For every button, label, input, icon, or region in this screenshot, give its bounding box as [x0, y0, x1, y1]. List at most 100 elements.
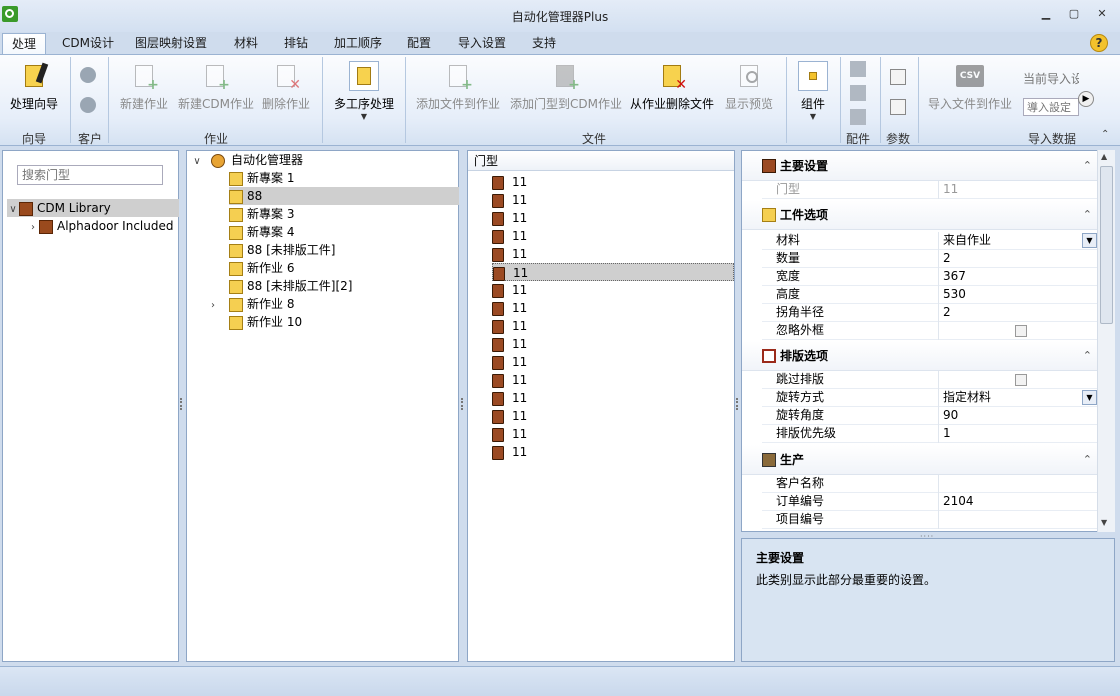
remove-file-from-job-button[interactable]: ✕ 从作业删除文件 — [628, 61, 716, 112]
next-arrow-icon[interactable]: ▶ — [1078, 91, 1094, 107]
job-item[interactable]: 新作业 10 — [229, 313, 302, 331]
prop-value[interactable]: 1 — [938, 425, 1098, 443]
scroll-down-arrow-icon[interactable]: ▼ — [1101, 518, 1107, 527]
dropdown-arrow-icon[interactable]: ▼ — [1082, 233, 1097, 248]
tab-support[interactable]: 支持 — [527, 33, 561, 54]
prop-row[interactable]: 旋转角度 90 — [762, 407, 1098, 425]
section-production[interactable]: 生产 ⌃ — [742, 445, 1098, 475]
job-item[interactable]: 新專案 4 — [229, 223, 294, 241]
new-cdm-job-button[interactable]: + 新建CDM作业 — [178, 61, 254, 112]
job-item[interactable]: 88 [未排版工件][2] — [229, 277, 352, 295]
collapse-chevron-icon[interactable]: ⌃ — [1083, 445, 1092, 475]
delete-job-button[interactable]: ✕ 删除作业 — [260, 61, 312, 112]
door-list-header[interactable]: 门型 — [468, 151, 734, 171]
prop-value[interactable] — [938, 475, 1098, 493]
minimize-button[interactable]: ▁ — [1036, 6, 1056, 22]
collapse-chevron-icon[interactable]: ⌃ — [1083, 341, 1092, 371]
add-door-to-cdm-button[interactable]: + 添加门型到CDM作业 — [510, 61, 622, 112]
door-list-item[interactable]: 11 — [492, 191, 527, 209]
prop-row[interactable]: 忽略外框 — [762, 322, 1098, 340]
tab-config[interactable]: 配置 — [402, 33, 436, 54]
tab-layer-mapping[interactable]: 图层映射设置 — [130, 33, 212, 54]
part-delete-icon[interactable] — [850, 109, 866, 125]
door-list-item[interactable]: 11 — [492, 173, 527, 191]
prop-row-rotation[interactable]: 旋转方式 指定材料 ▼ — [762, 389, 1098, 407]
door-list-item[interactable]: 11 — [492, 209, 527, 227]
section-nesting-options[interactable]: 排版选项 ⌃ — [742, 341, 1098, 371]
collapse-arrow-icon[interactable]: ∨ — [7, 201, 19, 219]
prop-row[interactable]: 客户名称 — [762, 475, 1098, 493]
prop-row[interactable]: 跳过排版 — [762, 371, 1098, 389]
add-customer-icon[interactable] — [80, 67, 96, 83]
import-file-to-job-button[interactable]: CSV 导入文件到作业 — [928, 61, 1012, 112]
door-list-item[interactable]: 11 — [492, 443, 527, 461]
prop-value[interactable]: 2 — [938, 304, 1098, 322]
multi-process-button[interactable]: 多工序处理 ▼ — [332, 61, 396, 121]
tab-cdm-design[interactable]: CDM设计 — [57, 33, 119, 54]
job-item[interactable]: 新專案 3 — [229, 205, 294, 223]
tab-drilling[interactable]: 排钻 — [279, 33, 313, 54]
section-workpiece-options[interactable]: 工件选项 ⌃ — [742, 200, 1098, 230]
prop-row[interactable]: 门型 11 — [762, 181, 1098, 199]
skip-nesting-checkbox[interactable] — [1015, 374, 1027, 386]
component-button[interactable]: 组件 ▼ — [796, 61, 830, 121]
new-job-button[interactable]: + 新建作业 — [118, 61, 170, 112]
part-edit-icon[interactable] — [850, 85, 866, 101]
door-list-item[interactable]: 11 — [492, 317, 527, 335]
tab-process[interactable]: 处理 — [2, 33, 46, 54]
splitter-handle[interactable] — [461, 398, 465, 410]
search-door-input[interactable] — [17, 165, 163, 185]
door-list-item[interactable]: 11 — [492, 227, 527, 245]
door-list-item[interactable]: 11 — [492, 335, 527, 353]
job-item[interactable]: 88 [未排版工件] — [229, 241, 335, 259]
remove-customer-icon[interactable] — [80, 97, 96, 113]
door-list-item[interactable]: 11 — [492, 371, 527, 389]
show-preview-button[interactable]: 显示预览 — [722, 61, 776, 112]
ignore-frame-checkbox[interactable] — [1015, 325, 1027, 337]
splitter-handle[interactable] — [180, 398, 184, 410]
collapse-chevron-icon[interactable]: ⌃ — [1083, 151, 1092, 181]
splitter-handle[interactable] — [736, 398, 740, 410]
job-item[interactable]: › 新作业 8 — [211, 295, 294, 313]
scrollbar-thumb[interactable] — [1100, 166, 1113, 324]
collapse-chevron-icon[interactable]: ⌃ — [1083, 200, 1092, 230]
prop-value[interactable]: 2 — [938, 250, 1098, 268]
tree-item-cdm-library[interactable]: ∨ CDM Library — [7, 199, 179, 217]
param-settings-icon[interactable] — [890, 99, 906, 115]
prop-row[interactable]: 宽度 367 — [762, 268, 1098, 286]
expand-arrow-icon[interactable]: › — [27, 219, 39, 237]
help-icon[interactable]: ? — [1090, 34, 1108, 52]
import-settings-input[interactable] — [1023, 98, 1079, 116]
door-list-item[interactable]: 11 — [492, 245, 527, 263]
tab-import-settings[interactable]: 导入设置 — [453, 33, 511, 54]
tree-item-alphadoor[interactable]: › Alphadoor Included — [27, 217, 173, 235]
param-table-icon[interactable] — [890, 69, 906, 85]
tab-machining-order[interactable]: 加工顺序 — [329, 33, 387, 54]
door-list-item[interactable]: 11 — [492, 389, 527, 407]
job-item[interactable]: 新作业 6 — [229, 259, 294, 277]
door-list-item[interactable]: 11 — [492, 425, 527, 443]
prop-value[interactable]: 2104 — [938, 493, 1098, 511]
tab-material[interactable]: 材料 — [229, 33, 263, 54]
close-button[interactable]: ✕ — [1092, 6, 1112, 22]
dropdown-arrow-icon[interactable]: ▼ — [1082, 390, 1097, 405]
collapse-arrow-icon[interactable]: ∨ — [191, 153, 203, 171]
section-main-settings[interactable]: 主要设置 ⌃ — [742, 151, 1098, 181]
door-list-item[interactable]: 11 — [492, 281, 527, 299]
process-wizard-button[interactable]: 处理向导 — [8, 61, 60, 112]
prop-value[interactable] — [938, 511, 1098, 529]
scroll-up-arrow-icon[interactable]: ▲ — [1101, 152, 1107, 161]
prop-row[interactable]: 排版优先级 1 — [762, 425, 1098, 443]
prop-value[interactable]: 530 — [938, 286, 1098, 304]
prop-value[interactable]: 90 — [938, 407, 1098, 425]
collapse-ribbon-icon[interactable]: ⌃ — [1101, 129, 1109, 140]
prop-row[interactable]: 拐角半径 2 — [762, 304, 1098, 322]
prop-row-material[interactable]: 材料 来自作业 ▼ — [762, 232, 1098, 250]
prop-value[interactable]: 367 — [938, 268, 1098, 286]
property-scrollbar[interactable]: ▲ ▼ — [1097, 150, 1115, 532]
door-list-item-selected[interactable]: 11 — [492, 263, 734, 281]
prop-row[interactable]: 数量 2 — [762, 250, 1098, 268]
door-list-item[interactable]: 11 — [492, 407, 527, 425]
prop-row[interactable]: 项目编号 — [762, 511, 1098, 529]
tree-root-automation-manager[interactable]: ∨ 自动化管理器 — [191, 151, 303, 169]
